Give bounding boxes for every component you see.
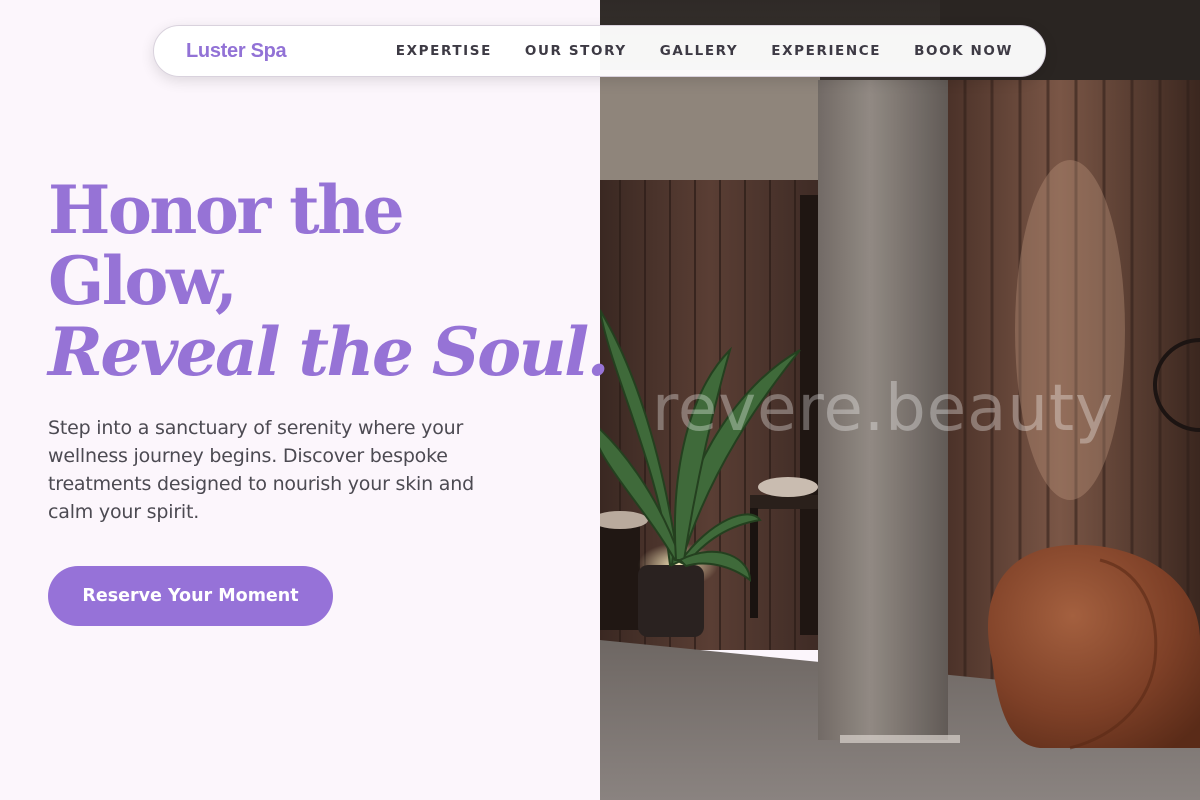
brand-logo[interactable]: Luster Spa [186, 40, 287, 63]
nav-link-experience[interactable]: EXPERIENCE [771, 43, 881, 59]
nav-link-expertise[interactable]: EXPERTISE [396, 43, 492, 59]
hero-photo: revere.beauty [600, 0, 1200, 800]
nav-links: EXPERTISE OUR STORY GALLERY EXPERIENCE B… [396, 43, 1013, 59]
watermark-text: revere.beauty [652, 372, 1114, 446]
nav-link-book-now[interactable]: BOOK NOW [914, 43, 1013, 59]
hero-heading-line-1: Honor the [48, 171, 405, 249]
top-navigation: Luster Spa EXPERTISE OUR STORY GALLERY E… [153, 25, 1046, 77]
hero-description: Step into a sanctuary of serenity where … [48, 417, 474, 523]
nav-link-our-story[interactable]: OUR STORY [525, 43, 627, 59]
nav-link-gallery[interactable]: GALLERY [660, 43, 739, 59]
hero-heading: Honor the Glow, Reveal the Soul. [48, 171, 610, 391]
hero-heading-line-2: Glow, [48, 242, 238, 320]
reserve-button[interactable]: Reserve Your Moment [48, 566, 333, 626]
hero-heading-line-3: Reveal the Soul. [48, 313, 610, 391]
